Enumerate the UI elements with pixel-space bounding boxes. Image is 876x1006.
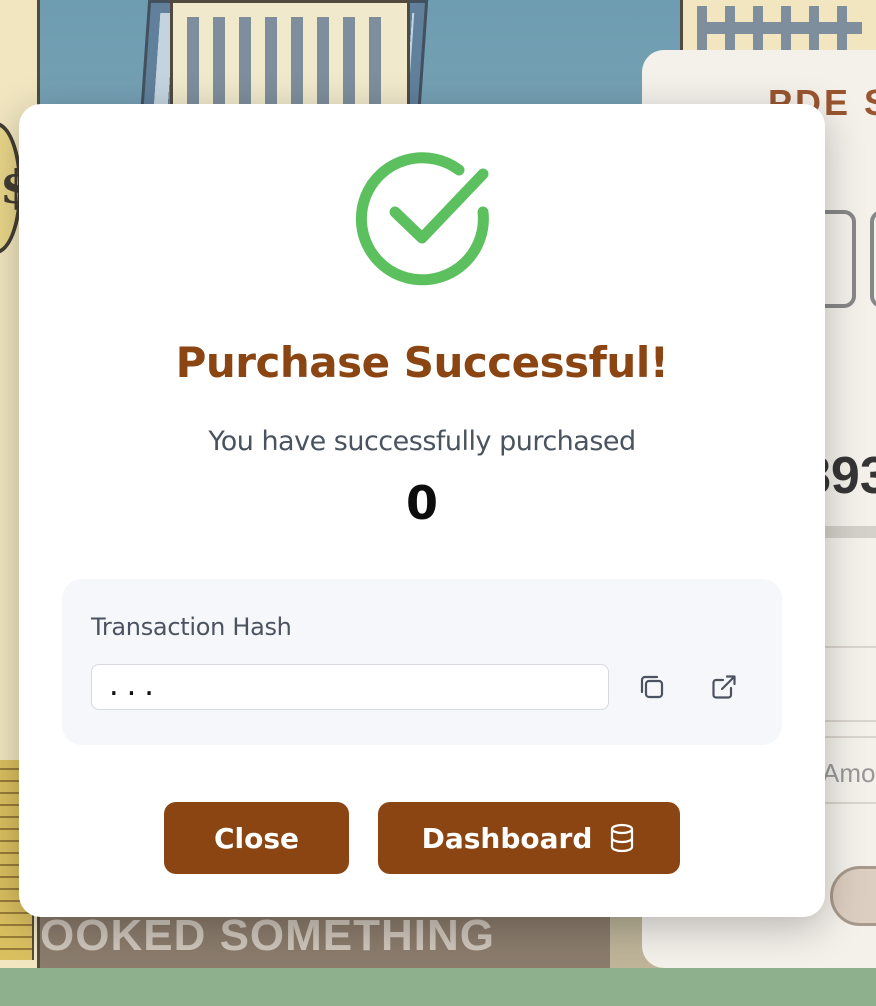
transaction-hash-panel: Transaction Hash	[62, 579, 782, 745]
dashboard-button[interactable]: Dashboard	[378, 802, 680, 874]
transaction-hash-label: Transaction Hash	[91, 613, 292, 641]
dashboard-button-label: Dashboard	[421, 821, 593, 855]
copy-icon	[640, 675, 664, 699]
purchased-amount: 0	[405, 476, 438, 530]
footer-bar	[0, 968, 876, 1006]
database-icon	[611, 823, 634, 853]
close-button-label: Close	[213, 821, 300, 855]
view-on-explorer-button[interactable]	[704, 667, 744, 707]
modal-title: Purchase Successful!	[175, 338, 669, 387]
modal-subtitle: You have successfully purchased	[208, 426, 636, 457]
check-circle-icon	[355, 152, 489, 286]
copy-hash-button[interactable]	[632, 667, 672, 707]
external-link-icon	[712, 675, 736, 699]
close-button[interactable]: Close	[164, 802, 349, 874]
transaction-hash-field[interactable]	[91, 664, 609, 710]
purchase-success-modal: Purchase Successful! You have successful…	[19, 104, 825, 917]
